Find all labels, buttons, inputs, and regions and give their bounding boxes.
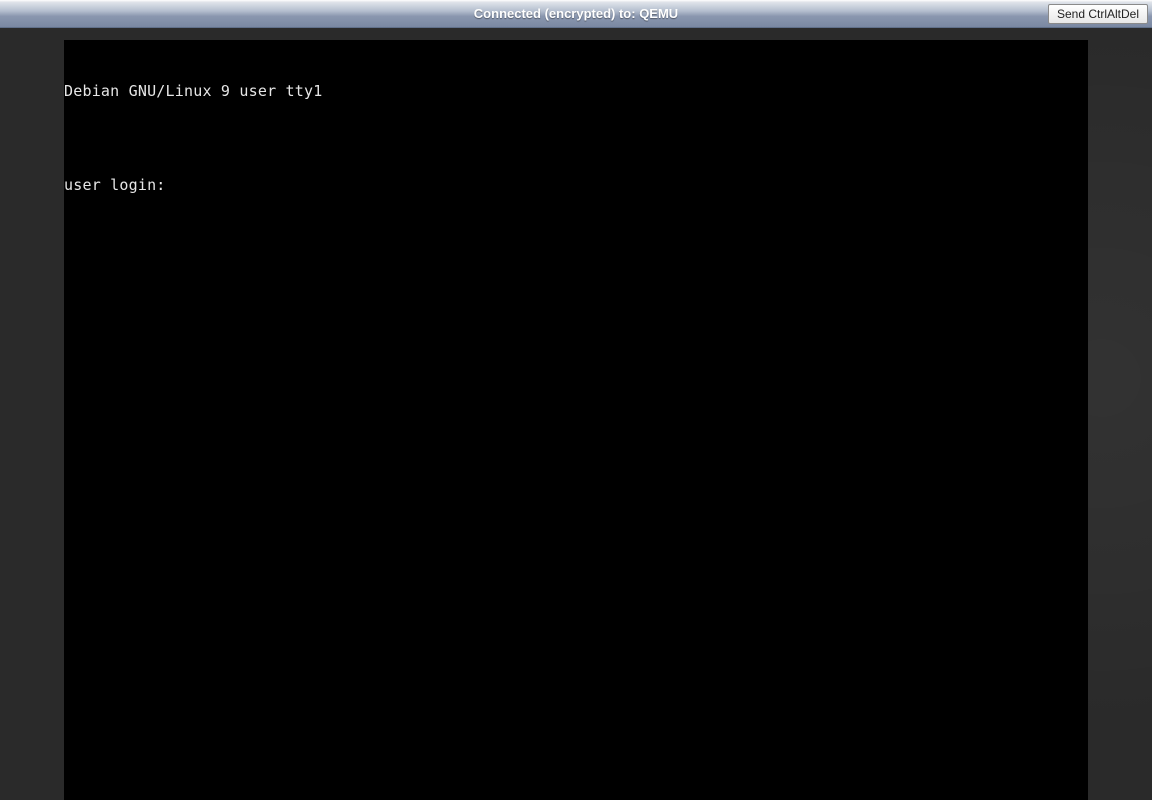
- login-prompt-text: user login:: [64, 176, 175, 194]
- desktop-background: Debian GNU/Linux 9 user tty1 user login:: [0, 28, 1152, 800]
- text-cursor: [175, 179, 183, 194]
- tty-console[interactable]: Debian GNU/Linux 9 user tty1 user login:: [64, 40, 1088, 800]
- console-blank-line: [64, 131, 1088, 147]
- console-banner-line: Debian GNU/Linux 9 user tty1: [64, 84, 1088, 100]
- vnc-titlebar: Connected (encrypted) to: QEMU Send Ctrl…: [0, 0, 1152, 28]
- login-prompt-line[interactable]: user login:: [64, 178, 1088, 194]
- send-ctrl-alt-del-button[interactable]: Send CtrlAltDel: [1048, 4, 1148, 24]
- connection-status: Connected (encrypted) to: QEMU: [474, 6, 678, 21]
